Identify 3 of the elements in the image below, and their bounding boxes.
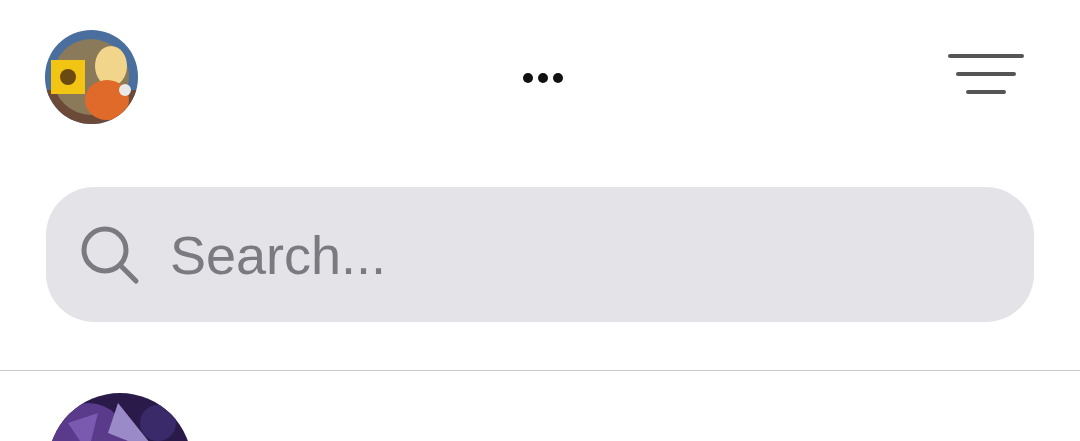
search-field[interactable]: Search... bbox=[46, 187, 1034, 322]
menu-icon[interactable] bbox=[948, 52, 1024, 96]
more-icon[interactable] bbox=[522, 72, 564, 84]
